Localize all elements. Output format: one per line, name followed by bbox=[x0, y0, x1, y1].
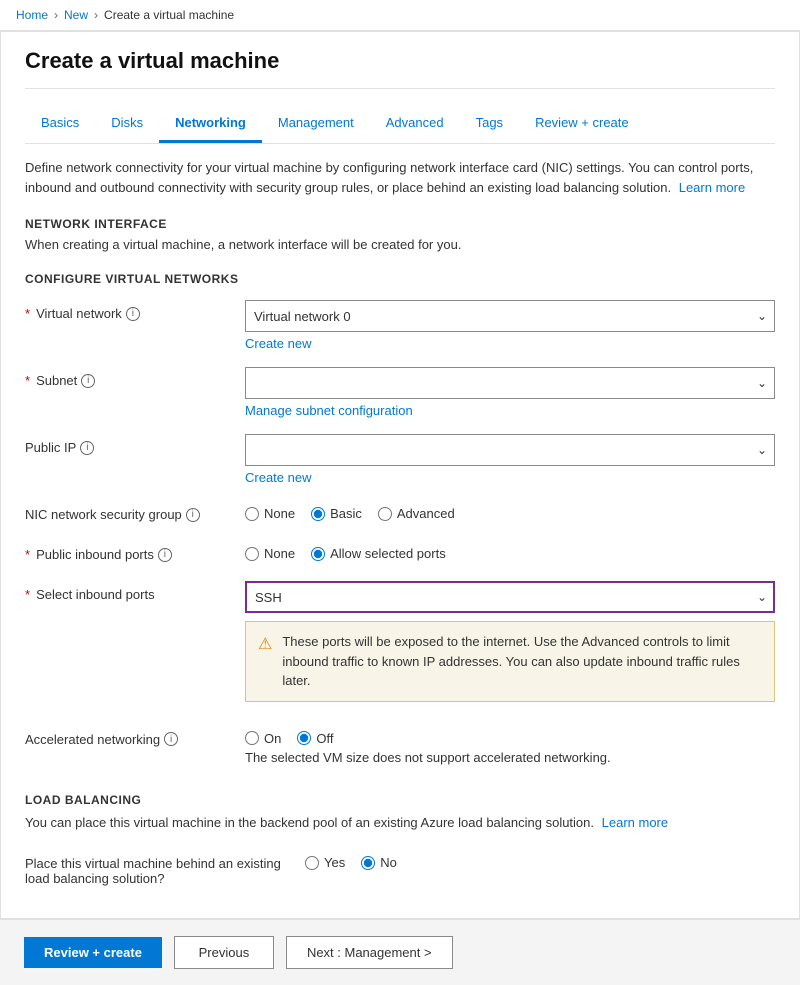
form-grid: * Virtual network i Virtual network 0 ⌄ … bbox=[25, 292, 775, 773]
public-ip-control: ⌄ Create new bbox=[245, 434, 775, 485]
subnet-row: * Subnet i ⌄ Manage subnet configuration bbox=[25, 359, 775, 426]
network-interface-header: NETWORK INTERFACE bbox=[25, 217, 775, 231]
tab-disks[interactable]: Disks bbox=[95, 105, 159, 143]
inbound-required-star: * bbox=[25, 547, 30, 562]
public-ip-select[interactable] bbox=[245, 434, 775, 466]
select-inbound-ports-select[interactable]: SSH HTTP HTTPS RDP bbox=[245, 581, 775, 613]
accel-off[interactable]: Off bbox=[297, 731, 333, 746]
lb-learn-more-link[interactable]: Learn more bbox=[602, 815, 668, 830]
public-inbound-ports-label: * Public inbound ports i bbox=[25, 541, 245, 562]
accel-on[interactable]: On bbox=[245, 731, 281, 746]
select-inbound-ports-control: SSH HTTP HTTPS RDP ⌄ ⚠ These ports will … bbox=[245, 581, 775, 702]
tab-tags[interactable]: Tags bbox=[460, 105, 519, 143]
accelerated-networking-control: On Off The selected VM size does not sup… bbox=[245, 726, 775, 765]
learn-more-link[interactable]: Learn more bbox=[679, 180, 745, 195]
inbound-allow-selected[interactable]: Allow selected ports bbox=[311, 546, 446, 561]
nic-security-group-row: NIC network security group i None Basic … bbox=[25, 493, 775, 533]
virtual-network-row: * Virtual network i Virtual network 0 ⌄ … bbox=[25, 292, 775, 359]
inbound-none[interactable]: None bbox=[245, 546, 295, 561]
public-ip-info-icon[interactable]: i bbox=[80, 441, 94, 455]
networking-description: Define network connectivity for your vir… bbox=[25, 158, 775, 197]
warning-triangle-icon: ⚠ bbox=[258, 633, 272, 657]
next-management-button[interactable]: Next : Management > bbox=[286, 936, 453, 969]
load-balancing-section: LOAD BALANCING You can place this virtua… bbox=[25, 793, 775, 895]
manage-subnet-link[interactable]: Manage subnet configuration bbox=[245, 403, 413, 418]
breadcrumb-new[interactable]: New bbox=[64, 8, 88, 22]
subnet-control: ⌄ Manage subnet configuration bbox=[245, 367, 775, 418]
lb-place-control: Yes No bbox=[305, 850, 775, 870]
subnet-dropdown-wrapper: ⌄ bbox=[245, 367, 775, 399]
configure-vnet-header: CONFIGURE VIRTUAL NETWORKS bbox=[25, 272, 775, 286]
tab-networking[interactable]: Networking bbox=[159, 105, 262, 143]
network-interface-subtext: When creating a virtual machine, a netwo… bbox=[25, 237, 775, 252]
accelerated-networking-row: Accelerated networking i On Off bbox=[25, 718, 775, 773]
virtual-network-label: * Virtual network i bbox=[25, 300, 245, 321]
page-title: Create a virtual machine bbox=[25, 32, 775, 89]
vnet-required-star: * bbox=[25, 306, 30, 321]
load-balancing-description: You can place this virtual machine in th… bbox=[25, 813, 775, 833]
breadcrumb-sep2: › bbox=[94, 8, 98, 22]
public-inbound-ports-row: * Public inbound ports i None Allow sele… bbox=[25, 533, 775, 573]
public-inbound-ports-control: None Allow selected ports bbox=[245, 541, 775, 561]
warning-box: ⚠ These ports will be exposed to the int… bbox=[245, 621, 775, 702]
tab-advanced[interactable]: Advanced bbox=[370, 105, 460, 143]
subnet-info-icon[interactable]: i bbox=[81, 374, 95, 388]
lb-place-label: Place this virtual machine behind an exi… bbox=[25, 850, 305, 886]
virtual-network-control: Virtual network 0 ⌄ Create new bbox=[245, 300, 775, 351]
review-create-button[interactable]: Review + create bbox=[24, 937, 162, 968]
tab-review-create[interactable]: Review + create bbox=[519, 105, 645, 143]
select-inbound-dropdown-wrapper: SSH HTTP HTTPS RDP ⌄ bbox=[245, 581, 775, 613]
subnet-required-star: * bbox=[25, 373, 30, 388]
accel-networking-info-icon[interactable]: i bbox=[164, 732, 178, 746]
breadcrumb: Home › New › Create a virtual machine bbox=[16, 8, 784, 22]
create-new-public-ip-link[interactable]: Create new bbox=[245, 470, 311, 485]
lb-place-row: Place this virtual machine behind an exi… bbox=[25, 842, 775, 894]
select-inbound-ports-row: * Select inbound ports SSH HTTP HTTPS RD… bbox=[25, 573, 775, 710]
public-inbound-radio-group: None Allow selected ports bbox=[245, 541, 775, 561]
main-content: Create a virtual machine Basics Disks Ne… bbox=[0, 31, 800, 919]
nic-security-group-control: None Basic Advanced bbox=[245, 501, 775, 521]
breadcrumb-current: Create a virtual machine bbox=[104, 8, 234, 22]
nic-security-none[interactable]: None bbox=[245, 506, 295, 521]
tabs-bar: Basics Disks Networking Management Advan… bbox=[25, 105, 775, 144]
lb-place-radio-group: Yes No bbox=[305, 850, 775, 870]
public-ip-row: Public IP i ⌄ Create new bbox=[25, 426, 775, 493]
public-ip-label: Public IP i bbox=[25, 434, 245, 455]
lb-no[interactable]: No bbox=[361, 855, 397, 870]
public-ip-dropdown-wrapper: ⌄ bbox=[245, 434, 775, 466]
nic-security-basic[interactable]: Basic bbox=[311, 506, 362, 521]
nic-security-radio-group: None Basic Advanced bbox=[245, 501, 775, 521]
create-new-vnet-link[interactable]: Create new bbox=[245, 336, 311, 351]
select-inbound-ports-label: * Select inbound ports bbox=[25, 581, 245, 602]
accel-networking-note: The selected VM size does not support ac… bbox=[245, 750, 775, 765]
previous-button[interactable]: Previous bbox=[174, 936, 274, 969]
subnet-select[interactable] bbox=[245, 367, 775, 399]
vnet-info-icon[interactable]: i bbox=[126, 307, 140, 321]
footer-bar: Review + create Previous Next : Manageme… bbox=[0, 919, 800, 985]
tab-management[interactable]: Management bbox=[262, 105, 370, 143]
breadcrumb-sep1: › bbox=[54, 8, 58, 22]
tab-basics[interactable]: Basics bbox=[25, 105, 95, 143]
accelerated-networking-label: Accelerated networking i bbox=[25, 726, 245, 747]
virtual-network-dropdown-wrapper: Virtual network 0 ⌄ bbox=[245, 300, 775, 332]
subnet-label: * Subnet i bbox=[25, 367, 245, 388]
lb-yes[interactable]: Yes bbox=[305, 855, 345, 870]
accel-networking-radio-group: On Off bbox=[245, 726, 333, 746]
nic-security-advanced[interactable]: Advanced bbox=[378, 506, 455, 521]
nic-security-info-icon[interactable]: i bbox=[186, 508, 200, 522]
breadcrumb-bar: Home › New › Create a virtual machine bbox=[0, 0, 800, 31]
nic-security-group-label: NIC network security group i bbox=[25, 501, 245, 522]
inbound-ports-info-icon[interactable]: i bbox=[158, 548, 172, 562]
select-inbound-required-star: * bbox=[25, 587, 30, 602]
virtual-network-select[interactable]: Virtual network 0 bbox=[245, 300, 775, 332]
page-wrapper: Home › New › Create a virtual machine Cr… bbox=[0, 0, 800, 985]
load-balancing-header: LOAD BALANCING bbox=[25, 793, 775, 807]
breadcrumb-home[interactable]: Home bbox=[16, 8, 48, 22]
